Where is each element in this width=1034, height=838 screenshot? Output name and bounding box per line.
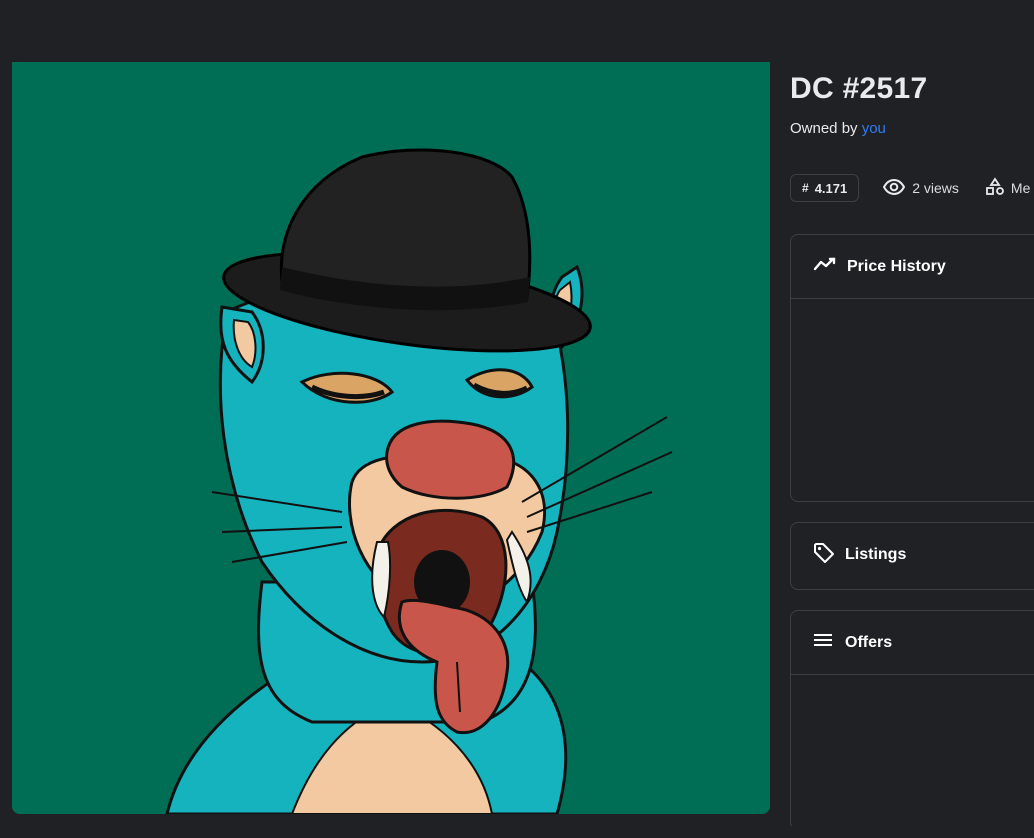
owner-line: Owned by you bbox=[790, 120, 886, 137]
offers-header[interactable]: Offers bbox=[791, 611, 1034, 675]
bottom-strip bbox=[0, 826, 1034, 838]
listings-header[interactable]: Listings bbox=[791, 523, 1034, 587]
metadata-label: Me bbox=[1010, 180, 1031, 196]
hash-icon: # bbox=[802, 181, 809, 195]
price-history-panel: Price History bbox=[790, 234, 1034, 502]
nft-detail-panel: DC #2517 Owned by you # 4.171 2 views Me… bbox=[770, 62, 1034, 838]
views-count: 2 views bbox=[883, 178, 959, 198]
owner-prefix: Owned by bbox=[790, 120, 858, 137]
tag-icon bbox=[813, 542, 835, 569]
eye-icon bbox=[883, 178, 906, 198]
listings-panel: Listings bbox=[790, 522, 1034, 590]
top-bar bbox=[0, 0, 1034, 62]
offers-title: Offers bbox=[845, 633, 893, 651]
metadata-link[interactable]: Me bbox=[985, 176, 1031, 200]
cat-illustration bbox=[12, 62, 770, 814]
rank-value: 4.171 bbox=[814, 180, 848, 196]
stats-row: # 4.171 2 views Me bbox=[790, 174, 1030, 202]
offers-panel: Offers bbox=[790, 610, 1034, 830]
nft-artwork[interactable] bbox=[12, 62, 770, 814]
owner-link[interactable]: you bbox=[862, 120, 886, 137]
list-icon bbox=[813, 633, 835, 652]
trend-line-icon bbox=[813, 256, 837, 277]
nft-title: DC #2517 bbox=[790, 72, 928, 105]
price-history-header[interactable]: Price History bbox=[791, 235, 1034, 299]
views-label: 2 views bbox=[912, 180, 959, 196]
listings-title: Listings bbox=[845, 546, 907, 563]
rank-badge[interactable]: # 4.171 bbox=[790, 174, 860, 202]
price-history-title: Price History bbox=[847, 257, 946, 275]
shapes-icon bbox=[985, 176, 1005, 200]
